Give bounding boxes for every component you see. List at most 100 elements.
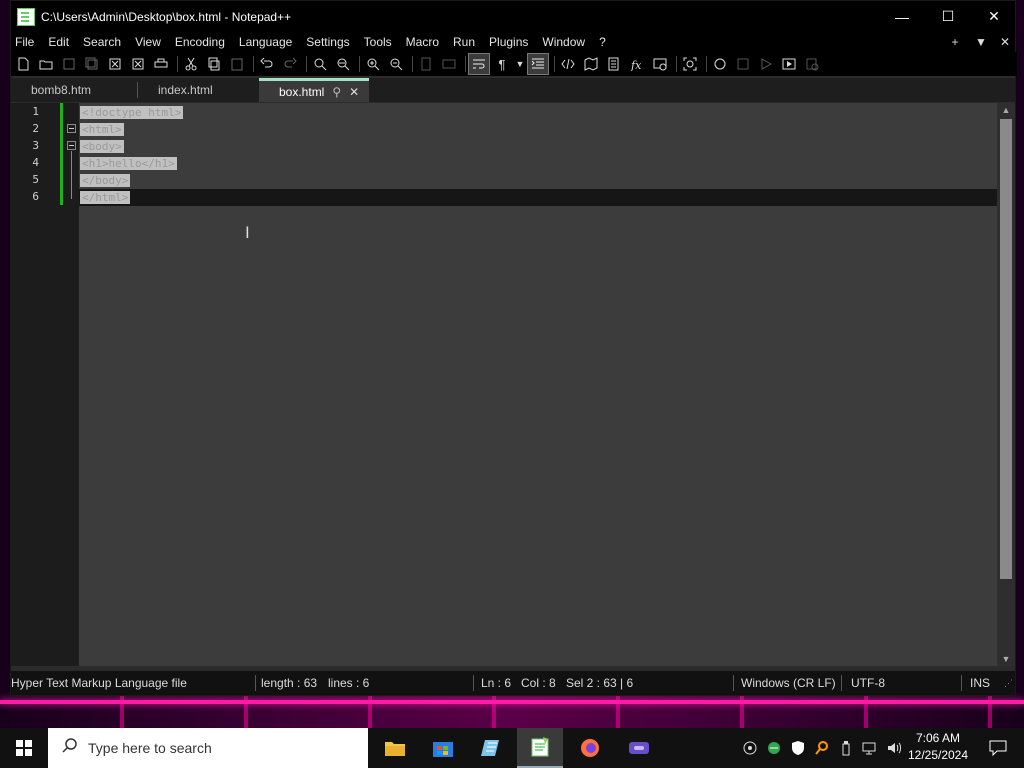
tray-icon-volume[interactable] (886, 728, 902, 768)
menu-file[interactable]: File (11, 35, 41, 49)
vpn-app-icon[interactable] (616, 728, 662, 768)
close-document-button[interactable]: ✕ (993, 32, 1017, 52)
tray-icon-network-share[interactable] (742, 728, 758, 768)
vertical-scrollbar[interactable]: ▲ ▼ (997, 103, 1015, 666)
status-encoding[interactable]: UTF-8 (851, 671, 885, 695)
save-icon[interactable] (59, 54, 79, 74)
show-all-characters-icon[interactable]: ¶ (492, 54, 512, 74)
close-file-icon[interactable] (105, 54, 125, 74)
paste-icon[interactable] (227, 54, 247, 74)
toolbar-separator (706, 56, 707, 72)
new-tab-plus-button[interactable]: + (943, 32, 967, 52)
menu-window[interactable]: Window (535, 35, 592, 49)
notepadpp-app-icon[interactable] (17, 7, 35, 26)
resize-grip-icon[interactable]: ⋰ (1004, 671, 1013, 695)
selected-text: <!doctype html> (80, 106, 184, 119)
tray-icon-edge[interactable] (766, 728, 782, 768)
save-all-icon[interactable] (82, 54, 102, 74)
toolbar-separator (412, 56, 413, 72)
cut-icon[interactable] (181, 54, 201, 74)
taskbar-search-box[interactable]: Type here to search (48, 728, 368, 768)
close-all-icon[interactable] (128, 54, 148, 74)
tray-icon-usb-device[interactable] (838, 728, 854, 768)
redo-icon[interactable] (280, 54, 300, 74)
zoom-out-icon[interactable] (386, 54, 406, 74)
play-macro-icon[interactable] (756, 54, 776, 74)
folder-as-workspace-icon[interactable] (650, 54, 670, 74)
replace-icon[interactable] (333, 54, 353, 74)
toolbar-separator (306, 56, 307, 72)
code-line-4: <h1>hello</h1> (80, 155, 177, 172)
sync-horizontal-icon[interactable] (439, 54, 459, 74)
tab-bar: bomb8.htm index.html box.html ⚲ ✕ (11, 78, 1015, 102)
menu-edit[interactable]: Edit (41, 35, 76, 49)
tab-box-active[interactable]: box.html ⚲ ✕ (259, 78, 369, 102)
menu-macro[interactable]: Macro (399, 35, 446, 49)
status-insert-mode[interactable]: INS (970, 671, 990, 695)
code-tag-icon[interactable] (558, 54, 578, 74)
microsoft-store-icon[interactable] (420, 728, 466, 768)
fold-collapse-icon[interactable] (67, 141, 76, 150)
pin-icon[interactable]: ⚲ (332, 85, 341, 99)
zoom-in-icon[interactable] (363, 54, 383, 74)
tray-icon-search-tool[interactable] (814, 728, 830, 768)
menu-help[interactable]: ? (592, 35, 613, 49)
tab-bomb8[interactable]: bomb8.htm (31, 78, 91, 102)
menu-settings[interactable]: Settings (299, 35, 356, 49)
run-macro-multiple-icon[interactable] (779, 54, 799, 74)
status-lines: lines : 6 (328, 676, 370, 690)
close-button[interactable]: ✕ (971, 1, 1017, 32)
status-column: Col : 8 (521, 676, 556, 690)
fold-guide-line (71, 151, 72, 199)
editor-area[interactable]: 1 2 3 4 5 6 <!doctype html> <html> <body… (11, 103, 997, 666)
tab-list-dropdown-button[interactable]: ▼ (969, 32, 993, 52)
record-macro-icon[interactable] (710, 54, 730, 74)
menu-plugins[interactable]: Plugins (482, 35, 535, 49)
stop-macro-icon[interactable] (733, 54, 753, 74)
menu-run[interactable]: Run (446, 35, 482, 49)
firefox-icon[interactable] (567, 728, 613, 768)
file-explorer-icon[interactable] (372, 728, 418, 768)
copy-icon[interactable] (204, 54, 224, 74)
tab-close-icon[interactable]: ✕ (349, 85, 359, 99)
sync-vertical-icon[interactable] (416, 54, 436, 74)
indent-guide-icon[interactable] (527, 53, 549, 75)
notepadpp-taskbar-icon[interactable] (517, 728, 563, 768)
notepad-icon[interactable] (468, 728, 514, 768)
start-button[interactable] (0, 728, 48, 768)
neon-horizon-line (0, 700, 1024, 704)
undo-icon[interactable] (257, 54, 277, 74)
menu-encoding[interactable]: Encoding (168, 35, 232, 49)
minimize-button[interactable]: — (879, 1, 925, 32)
menu-tools[interactable]: Tools (357, 35, 399, 49)
scroll-up-arrow-icon[interactable]: ▲ (997, 103, 1015, 117)
menu-view[interactable]: View (128, 35, 168, 49)
open-folder-icon[interactable] (36, 54, 56, 74)
document-map-icon[interactable] (581, 54, 601, 74)
menu-search[interactable]: Search (76, 35, 128, 49)
notepadpp-window: C:\Users\Admin\Desktop\box.html - Notepa… (10, 0, 1017, 696)
word-wrap-icon[interactable] (468, 53, 490, 75)
new-file-icon[interactable] (13, 54, 33, 74)
menu-language[interactable]: Language (232, 35, 299, 49)
find-icon[interactable] (310, 54, 330, 74)
fold-collapse-icon[interactable] (67, 124, 76, 133)
status-eol[interactable]: Windows (CR LF) (741, 671, 836, 695)
tray-icon-network[interactable] (862, 728, 880, 768)
function-list-icon[interactable]: fx (627, 54, 647, 74)
svg-text:fx: fx (630, 59, 642, 71)
tab-label: bomb8.htm (31, 83, 92, 97)
taskbar-clock[interactable]: 7:06 AM 12/25/2024 (902, 730, 974, 766)
maximize-button[interactable]: ☐ (925, 1, 971, 32)
tab-index[interactable]: index.html (158, 78, 213, 102)
print-icon[interactable] (151, 54, 171, 74)
tray-icon-security-shield[interactable] (790, 728, 806, 768)
document-list-icon[interactable] (604, 54, 624, 74)
notification-center-icon[interactable] (980, 728, 1016, 768)
save-macro-icon[interactable] (802, 54, 822, 74)
scroll-down-arrow-icon[interactable]: ▼ (997, 652, 1015, 666)
show-symbol-dropdown-icon[interactable]: ▼ (515, 54, 525, 74)
title-bar[interactable]: C:\Users\Admin\Desktop\box.html - Notepa… (11, 1, 1015, 32)
monitoring-icon[interactable] (680, 54, 700, 74)
scrollbar-thumb[interactable] (1000, 119, 1012, 579)
